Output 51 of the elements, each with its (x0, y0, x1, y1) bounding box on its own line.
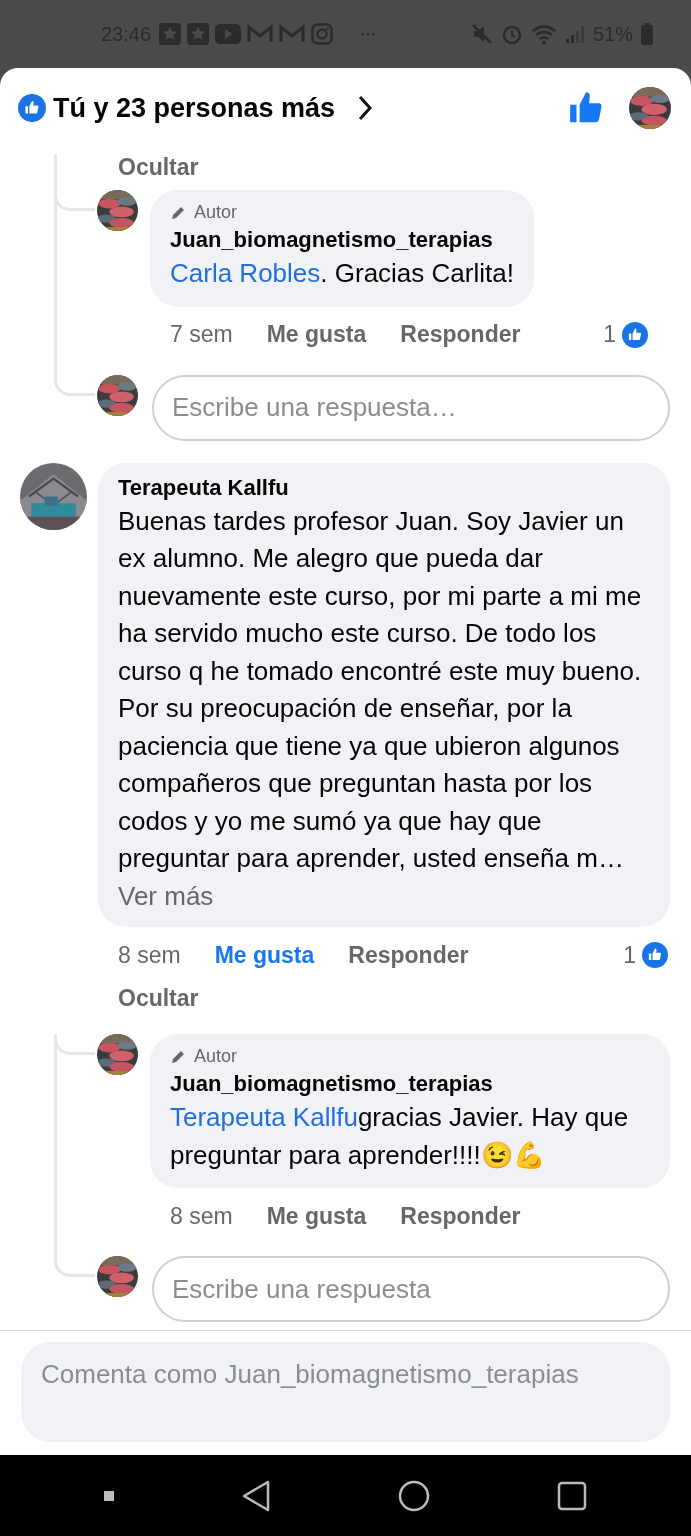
battery-icon (641, 23, 653, 45)
like-icon (642, 942, 668, 968)
wifi-icon (530, 23, 557, 45)
thread-connector (54, 1256, 95, 1277)
reply-link[interactable]: Responder (400, 1202, 521, 1230)
mention-link[interactable]: Terapeuta Kallfu (170, 1102, 358, 1132)
author-name[interactable]: Juan_biomagnetismo_terapias (170, 227, 514, 253)
author-label: Autor (194, 202, 238, 223)
mention-link[interactable]: Carla Robles (170, 258, 321, 288)
back-icon[interactable] (240, 1479, 271, 1512)
home-icon[interactable] (398, 1479, 431, 1512)
like-link[interactable]: Me gusta (266, 321, 367, 348)
author-name[interactable]: Juan_biomagnetismo_terapias (170, 1071, 650, 1097)
reply-field[interactable]: Escribe una respuesta (152, 1256, 670, 1322)
reply-link[interactable]: Responder (348, 941, 469, 969)
reply-link[interactable]: Responder (400, 321, 521, 348)
camera-icon (311, 23, 334, 45)
comment-time: 8 sem (118, 941, 181, 969)
thread-connector (54, 190, 95, 211)
recents-icon[interactable] (557, 1480, 588, 1511)
reaction-count: 1 (623, 941, 636, 969)
author-name[interactable]: Terapeuta Kallfu (118, 474, 650, 501)
play-icon (215, 24, 242, 44)
like-icon (622, 321, 648, 348)
mute-icon (470, 23, 493, 45)
comment-text: Carla Robles. Gracias Carlita! (170, 257, 514, 290)
chevron-right-icon[interactable] (357, 94, 374, 122)
more-icon (361, 32, 376, 36)
comment-text: Buenas tardes profesor Juan. Soy Javier un ex alumno. Me alegro que pueda dar nuevamente este curso, por mi parte a mi me ha servido mucho este curso. De todo los curso q he tomado encontré este muy bueno. Por su preocupación de enseñar, por la paciencia que tiene ya que ubieron algunos compañeros que preguntan hasta por los codos y yo me sumó ya que hay que preguntar para aprender, usted enseña m… Ver más (118, 504, 643, 913)
like-icon (18, 94, 46, 122)
mail-icon (279, 24, 306, 44)
like-link[interactable]: Me gusta (266, 1202, 367, 1230)
thread-connector (54, 374, 95, 396)
signal-icon (564, 24, 585, 44)
author-label: Autor (194, 1046, 238, 1067)
pencil-icon (170, 204, 186, 221)
reaction-count: 1 (603, 321, 616, 348)
mail-icon (247, 24, 274, 44)
comment-time: 7 sem (170, 321, 233, 348)
comment-time: 8 sem (170, 1202, 233, 1230)
alarm-icon (500, 23, 523, 45)
comment-field[interactable]: Comenta como Juan_biomagnetismo_terapias (21, 1342, 670, 1442)
comment-text: Terapeuta Kallfugracias Javier. Hay que preguntar para aprender!!!!😉💪 (170, 1101, 630, 1172)
thread-connector (54, 1034, 95, 1055)
reactions-summary[interactable]: Tú y 23 personas más (53, 92, 336, 124)
reply-field[interactable]: Escribe una respuesta… (152, 374, 670, 441)
hide-replies-link[interactable]: Ocultar (98, 985, 670, 1012)
like-link[interactable]: Me gusta (214, 941, 315, 969)
see-more-link[interactable]: Ver más (118, 880, 214, 911)
pencil-icon (170, 1048, 186, 1065)
hide-replies-link[interactable]: Ocultar (0, 154, 691, 190)
